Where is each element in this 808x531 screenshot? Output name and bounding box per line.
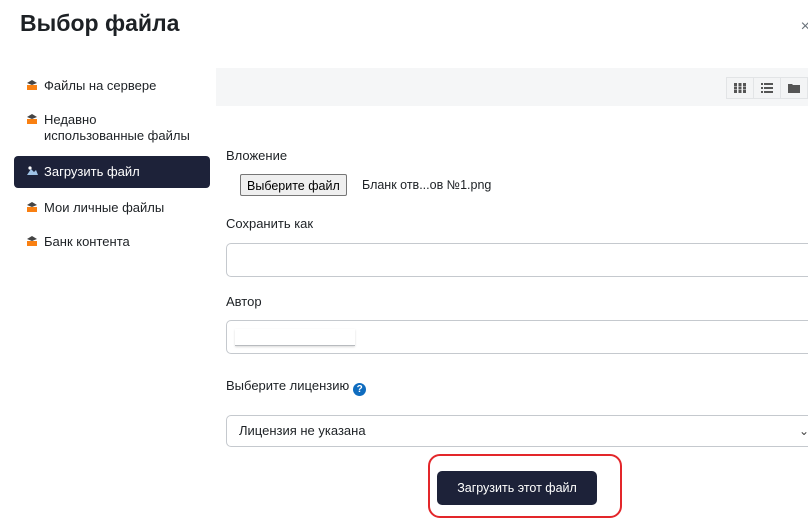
help-icon[interactable]: ? (353, 383, 367, 396)
sidebar-item-label: Мои личные файлы (44, 200, 165, 215)
folder-view-icon[interactable] (780, 77, 808, 99)
license-label-row: Выберите лицензию? (226, 378, 367, 396)
author-label: Автор (226, 294, 262, 309)
choose-file-button[interactable]: Выберите файл (240, 174, 347, 196)
license-selected-value: Лицензия не указана (239, 423, 366, 438)
moodle-icon (26, 78, 40, 94)
sidebar-item-label: Банк контента (44, 234, 130, 249)
license-label: Выберите лицензию (226, 378, 350, 393)
author-value-redacted (235, 329, 355, 346)
view-toolbar (216, 68, 808, 106)
chosen-file-name: Бланк отв...ов №1.png (362, 178, 492, 192)
upload-this-file-button[interactable]: Загрузить этот файл (437, 471, 597, 505)
moodle-icon (26, 112, 40, 128)
list-view-icon[interactable] (753, 77, 781, 99)
sidebar-item-upload-file[interactable]: Загрузить файл (14, 156, 210, 188)
moodle-icon (26, 200, 40, 216)
author-input[interactable] (226, 320, 808, 354)
close-icon[interactable]: × (801, 18, 808, 36)
repository-sidebar: Файлы на сервере Недавно использованные … (14, 72, 210, 258)
sidebar-item-label: Загрузить файл (44, 164, 140, 179)
sidebar-item-private-files[interactable]: Мои личные файлы (14, 194, 210, 222)
chevron-down-icon: ⌄ (798, 424, 808, 438)
sidebar-item-server-files[interactable]: Файлы на сервере (14, 72, 210, 100)
save-as-label: Сохранить как (226, 216, 314, 231)
sidebar-item-content-bank[interactable]: Банк контента (14, 228, 210, 256)
sidebar-item-label: Файлы на сервере (44, 78, 157, 93)
upload-icon (26, 164, 40, 180)
attachment-label: Вложение (226, 148, 288, 163)
dialog-title: Выбор файла (20, 10, 180, 36)
upload-form: Вложение Выберите файл Бланк отв...ов №1… (216, 106, 808, 531)
grid-view-icon[interactable] (726, 77, 754, 99)
license-select[interactable]: Лицензия не указана ⌄ (226, 415, 808, 447)
save-as-input[interactable] (226, 243, 808, 277)
sidebar-item-recent-files[interactable]: Недавно использованные файлы (14, 106, 210, 150)
sidebar-item-label: Недавно использованные файлы (44, 112, 190, 143)
moodle-icon (26, 234, 40, 250)
